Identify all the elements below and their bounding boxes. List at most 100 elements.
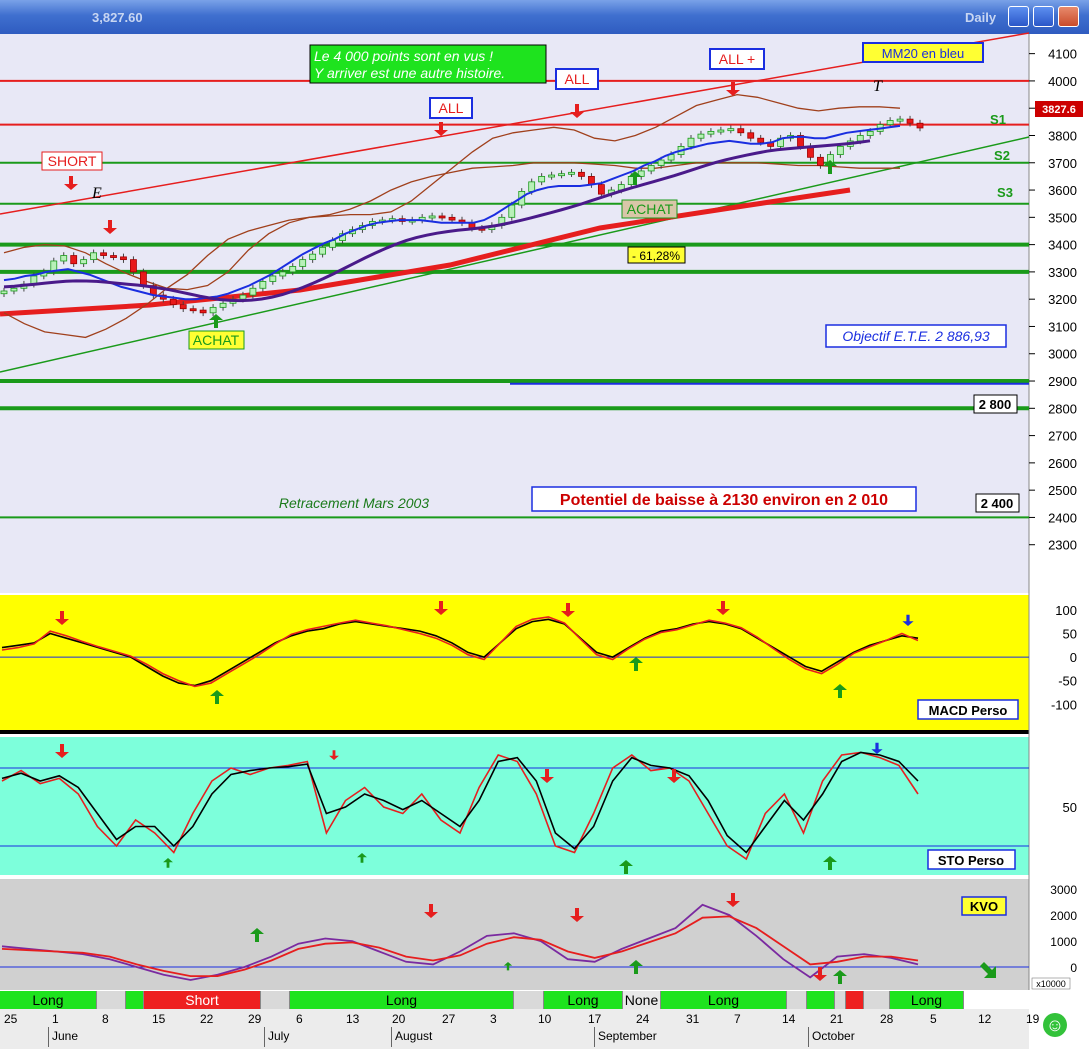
price-tick-label: 2500 <box>1048 483 1077 498</box>
candle-body <box>657 159 665 166</box>
date-day-label: 15 <box>152 1012 166 1026</box>
candle-body <box>428 215 436 219</box>
status-segment <box>261 991 290 1009</box>
candle-body <box>558 173 565 177</box>
date-month-label: June <box>52 1029 79 1043</box>
macd-tick-label: 50 <box>1063 626 1077 641</box>
price-tick-label: 3300 <box>1048 265 1077 280</box>
kvo-label: KVO <box>970 899 998 914</box>
candle-body <box>0 290 8 295</box>
status-segment <box>835 991 846 1009</box>
kvo-tick-label: 2000 <box>1050 909 1077 923</box>
candle-body <box>70 255 78 265</box>
objectif-label: Objectif E.T.E. 2 886,93 <box>842 328 990 344</box>
date-month-label: July <box>268 1029 290 1043</box>
date-day-label: 6 <box>296 1012 303 1026</box>
candle-body <box>90 252 98 261</box>
price-tick-label: 2900 <box>1048 374 1077 389</box>
candle-body <box>120 256 127 261</box>
status-segment: Long <box>544 991 623 1009</box>
headline-line1: Le 4 000 points sont en vus ! <box>314 48 493 64</box>
date-day-label: 28 <box>880 1012 894 1026</box>
headline-line2: Y arriver est une autre histoire. <box>314 65 505 81</box>
date-month-label: August <box>395 1029 433 1043</box>
candle-body <box>687 137 695 147</box>
date-day-label: 12 <box>978 1012 992 1026</box>
status-segment: Long <box>0 991 97 1009</box>
candle-body <box>130 259 137 273</box>
month-separator <box>48 1027 49 1047</box>
kvo-panel <box>0 879 1029 990</box>
letter-t: T <box>873 78 883 95</box>
letter-e: E <box>91 185 102 202</box>
macd-tick-label: 100 <box>1055 603 1077 618</box>
all-plus-label: ALL + <box>719 51 755 67</box>
date-day-label: 10 <box>538 1012 552 1026</box>
candle-body <box>110 255 117 258</box>
date-day-label: 3 <box>490 1012 497 1026</box>
date-day-label: 14 <box>782 1012 796 1026</box>
label-2800: 2 800 <box>979 397 1012 412</box>
price-tick-label: 2400 <box>1048 510 1077 525</box>
price-tick-label: 2800 <box>1048 401 1077 416</box>
candle-body <box>697 133 705 139</box>
candle-body <box>319 246 327 255</box>
candle-body <box>239 294 247 300</box>
candle-body <box>717 129 725 133</box>
status-segment: Long <box>290 991 514 1009</box>
candle-body <box>269 275 277 282</box>
price-tick-label: 3700 <box>1048 156 1077 171</box>
month-separator <box>594 1027 595 1047</box>
price-tick-label: 3200 <box>1048 292 1077 307</box>
candle-body <box>727 128 735 132</box>
status-segment <box>126 991 144 1009</box>
sto-tick-label: 50 <box>1063 800 1077 815</box>
candle-body <box>289 266 297 273</box>
candle-body <box>60 255 68 262</box>
status-segment: Long <box>661 991 787 1009</box>
candle-body <box>707 130 715 135</box>
sto-label: STO Perso <box>938 853 1004 868</box>
status-segment <box>514 991 544 1009</box>
candle-body <box>169 298 177 306</box>
candle-body <box>179 304 187 310</box>
candle-body <box>568 171 575 175</box>
month-separator <box>391 1027 392 1047</box>
macd-label: MACD Perso <box>929 703 1008 718</box>
price-tick-label: 3400 <box>1048 238 1077 253</box>
macd-panel <box>0 595 1029 730</box>
candle-body <box>199 309 207 314</box>
candle-body <box>10 287 18 292</box>
date-day-label: 5 <box>930 1012 937 1026</box>
candle-body <box>886 120 894 125</box>
last-price-tag: 3827.6 <box>1042 104 1076 116</box>
fib-label: - 61,28% <box>632 249 680 263</box>
date-day-label: 31 <box>686 1012 700 1026</box>
date-day-label: 24 <box>636 1012 650 1026</box>
date-day-label: 25 <box>4 1012 18 1026</box>
candle-body <box>189 308 197 312</box>
retracement-label: Retracement Mars 2003 <box>279 495 429 511</box>
date-day-label: 21 <box>830 1012 844 1026</box>
candle-body <box>508 204 516 218</box>
price-tick-label: 2300 <box>1048 538 1077 553</box>
candle-body <box>279 271 287 277</box>
date-day-label: 8 <box>102 1012 109 1026</box>
candle-body <box>548 174 556 178</box>
support-s2: S2 <box>994 148 1010 163</box>
smiley-icon[interactable]: ☺ <box>1043 1013 1067 1037</box>
support-s1: S1 <box>990 112 1006 127</box>
candle-body <box>438 215 446 219</box>
candle-body <box>209 306 217 314</box>
price-tick-label: 3100 <box>1048 319 1077 334</box>
date-axis: 25 1 8 15 22 29 6 13 20 27 3 10 17 24 31 7 14 21 28 5 12 19 Ju… <box>0 1009 1039 1049</box>
candle-body <box>757 137 765 143</box>
date-day-label: 19 <box>1026 1012 1040 1026</box>
date-day-label: 20 <box>392 1012 406 1026</box>
kvo-tick-label: 1000 <box>1050 935 1077 949</box>
month-separator <box>264 1027 265 1047</box>
all-label-2: ALL <box>565 71 590 87</box>
label-2400: 2 400 <box>981 496 1014 511</box>
candle-body <box>817 156 824 166</box>
support-s3: S3 <box>997 185 1013 200</box>
